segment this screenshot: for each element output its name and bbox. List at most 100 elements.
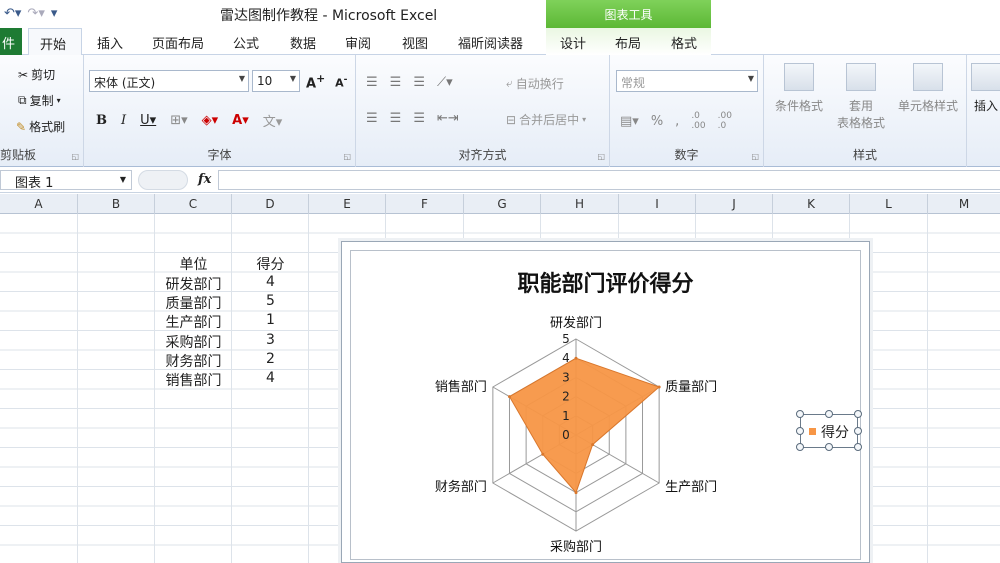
table-cell-score[interactable]: 1 [232,312,309,328]
insert-cells-button[interactable]: 插入 [971,63,1000,114]
column-header-f[interactable]: F [386,194,464,214]
chart-object[interactable]: 职能部门评价得分 0 1 2 3 4 5 研发部门 质量部门 生产部门 采购部门 财务部门 销售部门 [341,241,870,563]
radar-data-point [574,491,578,495]
table-cell-unit[interactable]: 生产部门 [155,312,232,332]
tab-foxit-reader[interactable]: 福昕阅读器 [458,33,523,52]
tab-chart-layout[interactable]: 布局 [615,33,641,52]
table-cell-unit[interactable]: 财务部门 [155,351,232,371]
cut-button[interactable]: ✂ 剪切 [18,66,55,83]
shrink-font-icon[interactable]: A- [335,74,347,90]
align-top-icon[interactable]: ☰ [366,75,378,90]
column-header-k[interactable]: K [773,194,850,214]
table-cell-score[interactable]: 3 [232,332,309,348]
cell-styles-button[interactable]: 单元格样式 [892,63,964,114]
indent-icon[interactable]: ⇤⇥ [437,111,459,126]
table-cell-unit[interactable]: 销售部门 [155,370,232,390]
dialog-launcher-icon[interactable]: ◱ [343,152,351,161]
dialog-launcher-icon[interactable]: ◱ [751,152,759,161]
resize-handle[interactable] [796,427,804,435]
tab-review[interactable]: 审阅 [345,33,371,52]
tab-page-layout[interactable]: 页面布局 [152,33,204,52]
bold-icon[interactable]: B [96,113,107,128]
column-header-a[interactable]: A [0,194,78,214]
dialog-launcher-icon[interactable]: ◱ [71,152,79,161]
underline-icon[interactable]: U▾ [140,113,156,128]
conditional-formatting-button[interactable]: 条件格式 [768,63,830,114]
align-center-icon[interactable]: ☰ [390,111,402,126]
tab-data[interactable]: 数据 [290,33,316,52]
column-header-b[interactable]: B [78,194,155,214]
resize-handle[interactable] [796,410,804,418]
tab-home[interactable]: 开始 [28,28,82,56]
styles-group: 条件格式 套用 表格格式 单元格样式 样式 [764,55,967,167]
tab-design[interactable]: 设计 [560,33,586,52]
redo-icon[interactable]: ↷▾ [27,6,44,21]
column-header-d[interactable]: D [232,194,309,214]
borders-icon[interactable]: ⊞▾ [170,113,187,128]
align-right-icon[interactable]: ☰ [413,111,425,126]
font-color-icon[interactable]: A▾ [232,113,249,128]
currency-icon[interactable]: ▤▾ [620,114,639,129]
radar-category-label: 质量部门 [665,380,717,395]
formula-bar-resize[interactable] [138,170,188,190]
column-header-g[interactable]: G [464,194,541,214]
customize-qat-icon[interactable]: ▾ [51,6,58,21]
font-name-combo[interactable]: 宋体 (正文) ▼ [89,70,249,92]
percent-icon[interactable]: % [651,114,663,129]
phonetic-icon[interactable]: 文▾ [263,111,283,130]
font-size-combo[interactable]: 10 ▼ [252,70,300,92]
wrap-text-button[interactable]: ⤶ 自动换行 [506,75,564,92]
radar-chart[interactable]: 0 1 2 3 4 5研发部门质量部门生产部门采购部门 财务部门 销售部门 [342,242,871,563]
resize-handle[interactable] [825,443,833,451]
table-cell-unit[interactable]: 质量部门 [155,293,232,313]
formula-input[interactable] [218,170,1000,190]
table-header-score[interactable]: 得分 [232,254,309,274]
decrease-decimal-icon[interactable]: .00.0 [718,111,732,131]
tab-formulas[interactable]: 公式 [233,33,259,52]
table-cell-score[interactable]: 4 [232,274,309,290]
merge-center-button[interactable]: ⊟ 合并后居中 ▾ [506,111,586,128]
resize-handle[interactable] [854,410,862,418]
resize-handle[interactable] [825,410,833,418]
table-cell-unit[interactable]: 采购部门 [155,332,232,352]
name-box[interactable]: 图表 1 ▼ [0,170,132,191]
format-as-table-button[interactable]: 套用 表格格式 [830,63,892,131]
align-middle-icon[interactable]: ☰ [390,75,402,90]
undo-icon[interactable]: ↶▾ [4,6,21,21]
tab-format[interactable]: 格式 [671,33,697,52]
orientation-icon[interactable]: ⟋▾ [437,75,453,90]
align-left-icon[interactable]: ☰ [366,111,378,126]
increase-decimal-icon[interactable]: .0.00 [691,111,705,131]
font-size-buttons: A+ A- [306,72,347,91]
format-painter-button[interactable]: ✎ 格式刷 [16,118,65,135]
comma-icon[interactable]: , [675,114,679,129]
table-cell-score[interactable]: 2 [232,351,309,367]
grow-font-icon[interactable]: A+ [306,72,325,91]
table-cell-unit[interactable]: 研发部门 [155,274,232,294]
italic-icon[interactable]: I [121,113,126,128]
resize-handle[interactable] [854,443,862,451]
tab-view[interactable]: 视图 [402,33,428,52]
ribbon-tabs: 件 开始 插入 页面布局 公式 数据 审阅 视图 福昕阅读器 设计 布局 格式 [0,28,1000,56]
tab-insert[interactable]: 插入 [97,33,123,52]
table-header-unit[interactable]: 单位 [155,254,232,274]
copy-button[interactable]: ⧉ 复制 ▾ [18,92,61,109]
align-bottom-icon[interactable]: ☰ [413,75,425,90]
number-format-combo[interactable]: 常规 ▼ [616,70,758,92]
table-cell-score[interactable]: 5 [232,293,309,309]
column-header-l[interactable]: L [850,194,928,214]
chevron-down-icon: ▼ [238,74,245,83]
tab-file[interactable]: 件 [0,28,22,55]
dialog-launcher-icon[interactable]: ◱ [597,152,605,161]
resize-handle[interactable] [854,427,862,435]
column-header-e[interactable]: E [309,194,386,214]
column-header-m[interactable]: M [928,194,1000,214]
column-header-j[interactable]: J [696,194,773,214]
column-header-h[interactable]: H [541,194,619,214]
resize-handle[interactable] [796,443,804,451]
insert-function-icon[interactable]: fx [198,172,211,187]
column-header-c[interactable]: C [155,194,232,214]
column-header-i[interactable]: I [619,194,696,214]
table-cell-score[interactable]: 4 [232,370,309,386]
fill-color-icon[interactable]: ◈▾ [202,113,219,128]
